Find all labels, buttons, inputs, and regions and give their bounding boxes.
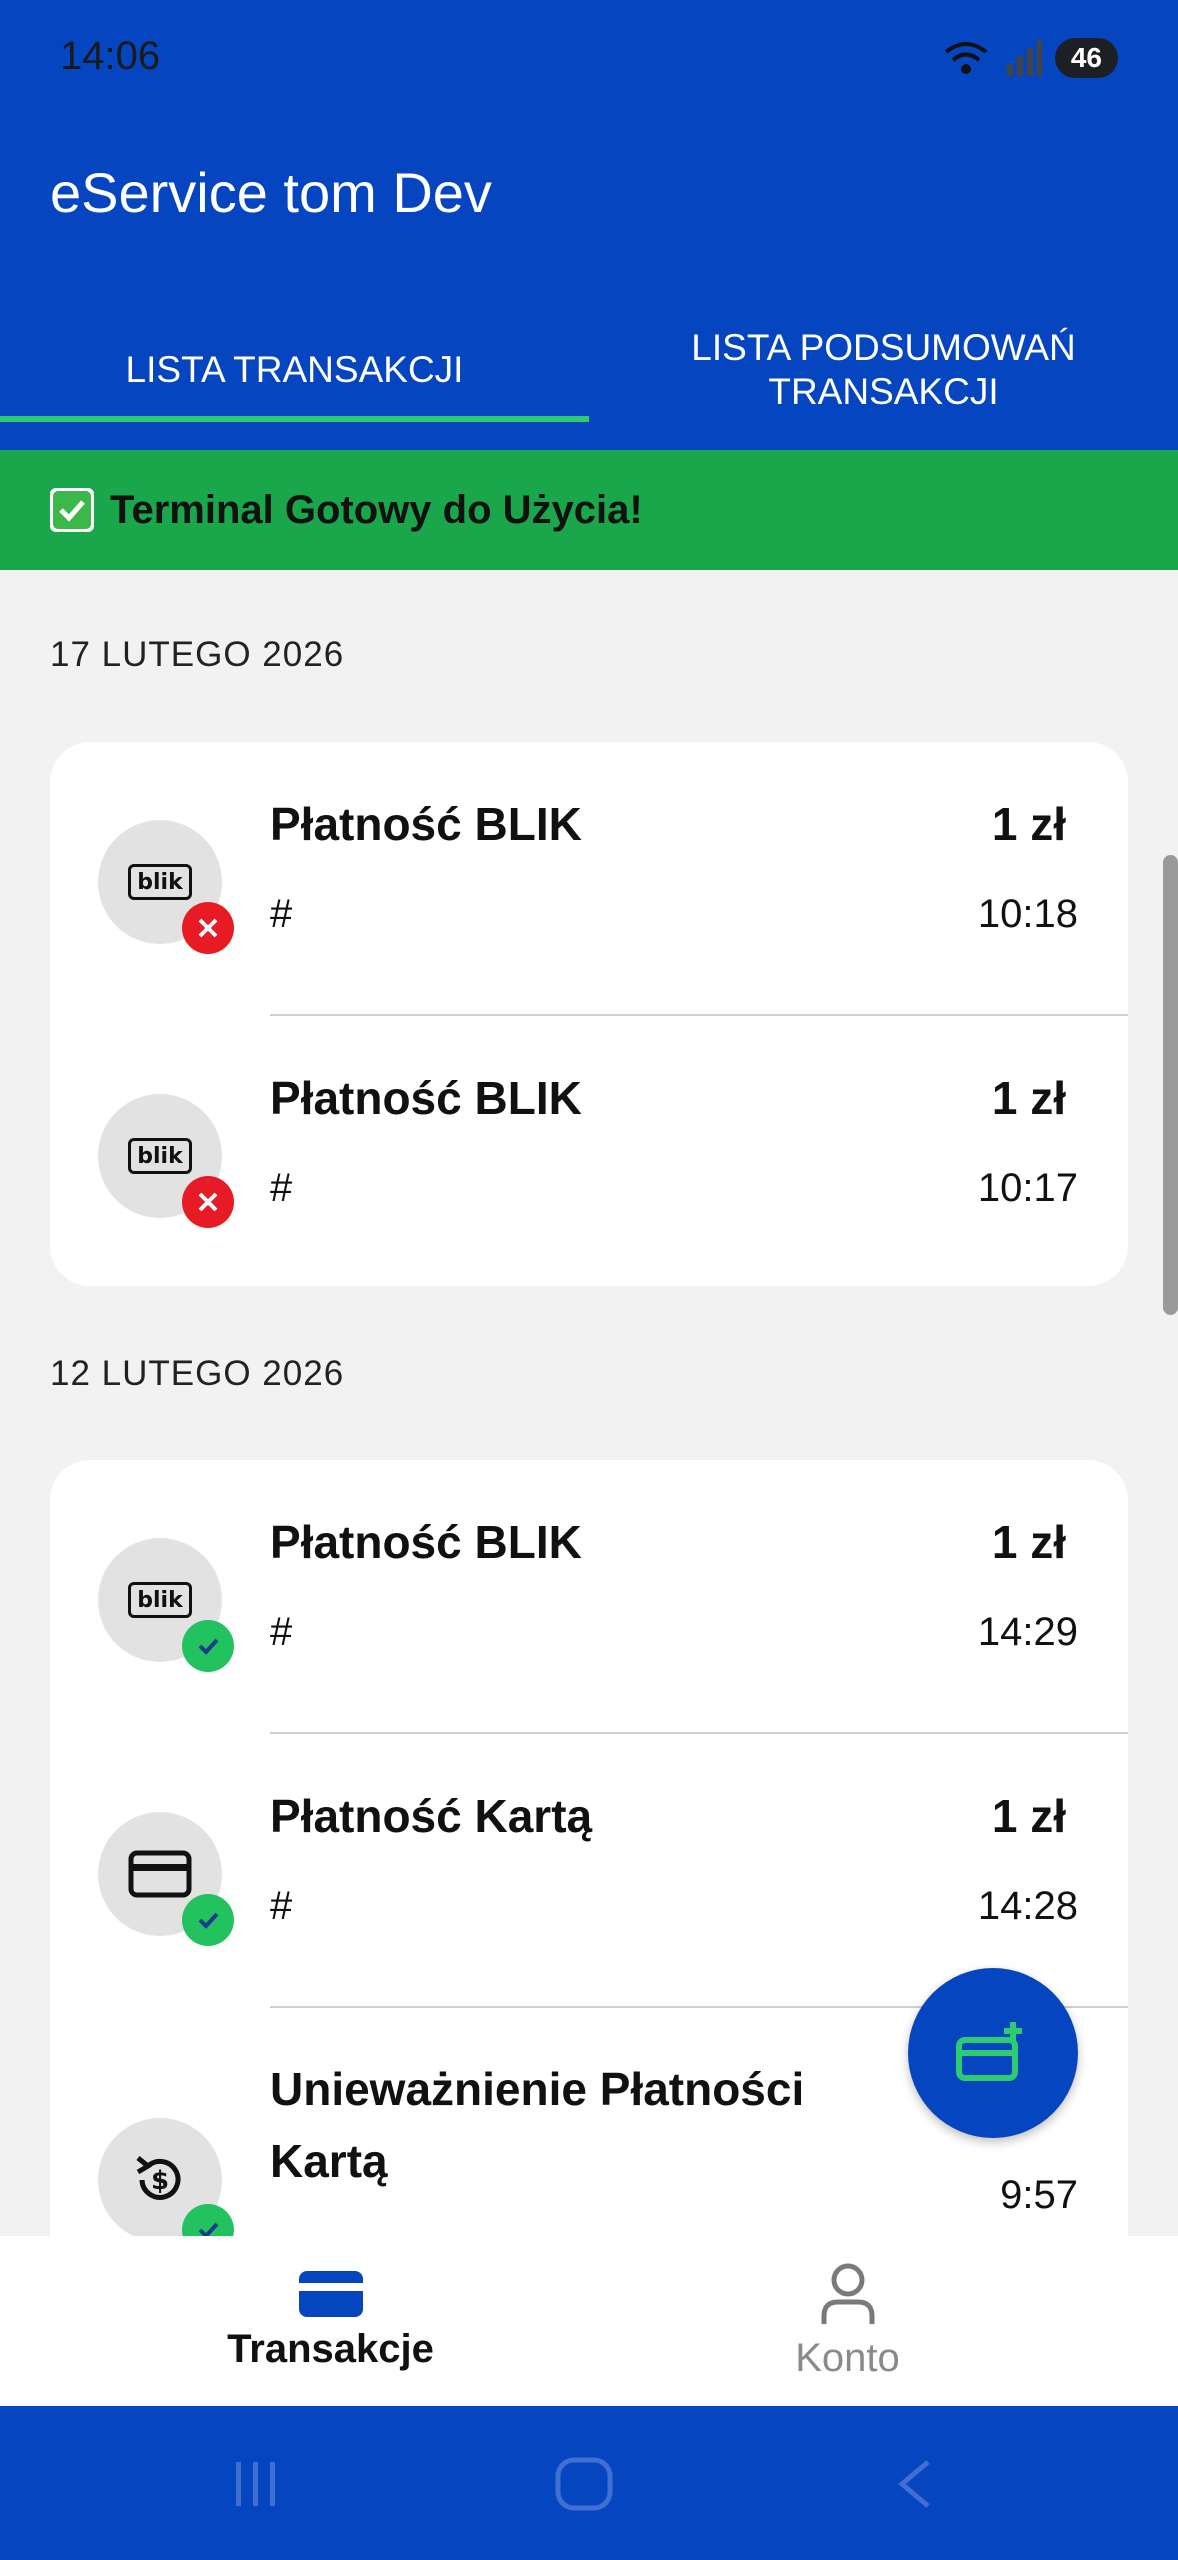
date-header: 17 LUTEGO 2026 — [50, 635, 345, 674]
user-icon — [821, 2263, 874, 2324]
scrollbar[interactable] — [1163, 855, 1178, 1315]
check-icon — [50, 488, 94, 532]
success-status-icon — [182, 1894, 234, 1946]
nav-transactions[interactable]: Transakcje — [36, 2236, 625, 2406]
transaction-amount: 1 zł — [991, 1516, 1066, 1568]
transaction-title: Płatność Kartą — [270, 1790, 593, 1842]
transaction-time: 14:29 — [977, 1610, 1078, 1654]
wifi-icon — [944, 42, 988, 74]
tab-label: LISTA TRANSAKCJI — [125, 349, 464, 390]
transaction-row[interactable]: blik Płatność BLIK 1 zł # 10:18 — [50, 742, 1128, 1016]
transaction-title: Płatność BLIK — [270, 1516, 582, 1568]
new-transaction-button[interactable] — [908, 1968, 1078, 2138]
transaction-title: Unieważnienie Płatności Kartą — [270, 2063, 805, 2187]
add-card-icon — [956, 2022, 1022, 2081]
bottom-navigation: Transakcje Konto — [0, 2236, 1178, 2406]
battery-badge: 46 — [1054, 38, 1118, 78]
status-icons: 46 — [941, 36, 1118, 80]
nav-label: Transakcje — [227, 2326, 434, 2371]
recent-apps-icon[interactable] — [228, 2456, 284, 2512]
transaction-time: 14:28 — [977, 1884, 1078, 1928]
transaction-title: Płatność BLIK — [270, 798, 582, 850]
back-icon[interactable] — [890, 2456, 938, 2512]
card-icon — [298, 2270, 363, 2317]
transaction-time: 10:17 — [977, 1166, 1078, 1210]
error-status-icon — [182, 902, 234, 954]
transaction-row[interactable]: blik Płatność BLIK 1 zł # 14:29 — [50, 1460, 1128, 1734]
transaction-ref: # — [270, 1610, 293, 1654]
status-bar: 14:06 46 — [0, 0, 1178, 120]
transaction-group-card: blik Płatność BLIK 1 zł # 10:18 blik Pła… — [50, 742, 1128, 1286]
date-header: 12 LUTEGO 2026 — [50, 1354, 345, 1393]
transaction-time: 9:57 — [1000, 2173, 1078, 2217]
tab-transaction-summaries[interactable]: LISTA PODSUMOWAŃ TRANSAKCJI — [589, 290, 1178, 450]
error-status-icon — [182, 1176, 234, 1228]
transaction-ref: # — [270, 892, 293, 936]
transaction-title: Płatność BLIK — [270, 1072, 582, 1124]
transaction-amount: 1 zł — [991, 798, 1066, 850]
tab-transaction-list[interactable]: LISTA TRANSAKCJI — [0, 290, 589, 450]
transaction-row[interactable]: Płatność Kartą 1 zł # 14:28 — [50, 1734, 1128, 2008]
tab-bar: LISTA TRANSAKCJI LISTA PODSUMOWAŃ TRANSA… — [0, 290, 1178, 450]
svg-text:$: $ — [151, 2166, 169, 2196]
transaction-amount: 1 zł — [991, 1790, 1066, 1842]
transaction-amount: 1 zł — [991, 1072, 1066, 1124]
home-icon[interactable] — [554, 2456, 614, 2512]
system-navigation-bar — [0, 2406, 1178, 2560]
status-time: 14:06 — [60, 34, 161, 78]
tab-label-line1: LISTA PODSUMOWAŃ — [691, 327, 1076, 368]
transaction-row[interactable]: blik Płatność BLIK 1 zł # 10:17 — [50, 1016, 1128, 1286]
app-header: 14:06 46 eService tom Dev LISTA TRANSAKC… — [0, 0, 1178, 450]
transaction-time: 10:18 — [977, 892, 1078, 936]
transaction-ref: # — [270, 1166, 293, 1210]
app-title: eService tom Dev — [50, 161, 492, 224]
transaction-ref: # — [270, 1884, 293, 1928]
nav-account[interactable]: Konto — [553, 2236, 1142, 2406]
terminal-ready-banner: Terminal Gotowy do Użycia! — [0, 450, 1178, 570]
transaction-group-card: blik Płatność BLIK 1 zł # 14:29 Płatność… — [50, 1460, 1128, 2320]
banner-text: Terminal Gotowy do Użycia! — [110, 487, 643, 532]
nav-label: Konto — [795, 2335, 900, 2380]
active-tab-indicator — [0, 416, 589, 422]
success-status-icon — [182, 1620, 234, 1672]
tab-label-line2: TRANSAKCJI — [768, 371, 999, 412]
signal-icon — [1006, 40, 1042, 76]
